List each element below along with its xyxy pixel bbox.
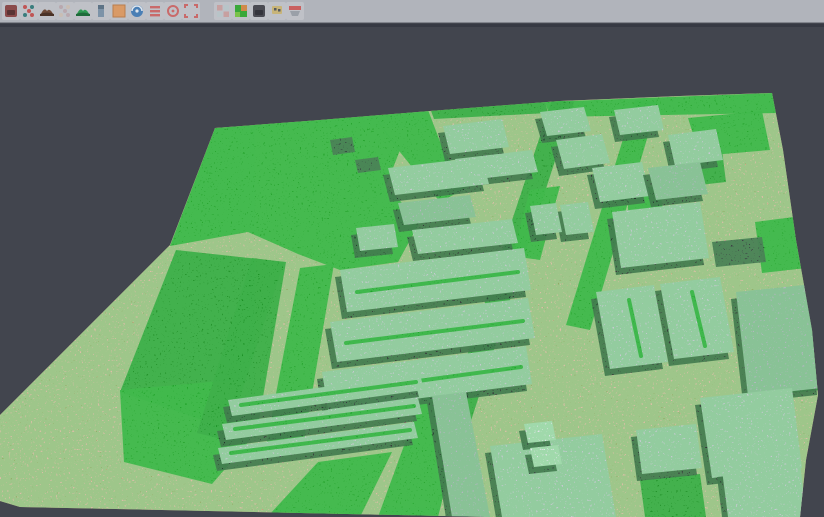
- model-object-icon: [251, 3, 267, 19]
- grid-tiles-button[interactable]: [214, 2, 232, 20]
- image-thumbnail-icon: [3, 3, 19, 19]
- radius-select-icon: [165, 3, 181, 19]
- column-profile-icon: [93, 3, 109, 19]
- tie-points-button[interactable]: [20, 2, 38, 20]
- column-profile-button[interactable]: [92, 2, 110, 20]
- terrain-green-button[interactable]: [74, 2, 92, 20]
- viewport-3d-scene[interactable]: [0, 0, 824, 517]
- measure-tool-icon: [269, 3, 285, 19]
- app-window: [0, 0, 824, 517]
- globe-refresh-button[interactable]: [128, 2, 146, 20]
- eraser-tool-button[interactable]: [286, 2, 304, 20]
- ortho-tile-button[interactable]: [110, 2, 128, 20]
- terrain-green-icon: [75, 3, 91, 19]
- terrain-brown-button[interactable]: [38, 2, 56, 20]
- layer-list-button[interactable]: [146, 2, 164, 20]
- layer-list-icon: [147, 3, 163, 19]
- model-object-button[interactable]: [250, 2, 268, 20]
- radius-select-button[interactable]: [164, 2, 182, 20]
- sparse-points-icon: [57, 3, 73, 19]
- tie-points-icon: [21, 3, 37, 19]
- terrain-brown-icon: [39, 3, 55, 19]
- image-thumbnail-button[interactable]: [2, 2, 20, 20]
- ortho-tile-icon: [111, 3, 127, 19]
- classification-map-icon: [233, 3, 249, 19]
- crop-region-icon: [183, 3, 199, 19]
- measure-tool-button[interactable]: [268, 2, 286, 20]
- eraser-tool-icon: [287, 3, 303, 19]
- crop-region-button[interactable]: [182, 2, 200, 20]
- classification-map-button[interactable]: [232, 2, 250, 20]
- main-toolbar: [0, 0, 824, 23]
- viewport-top-border: [0, 24, 824, 27]
- globe-refresh-icon: [129, 3, 145, 19]
- sparse-points-button[interactable]: [56, 2, 74, 20]
- grid-tiles-icon: [215, 3, 231, 19]
